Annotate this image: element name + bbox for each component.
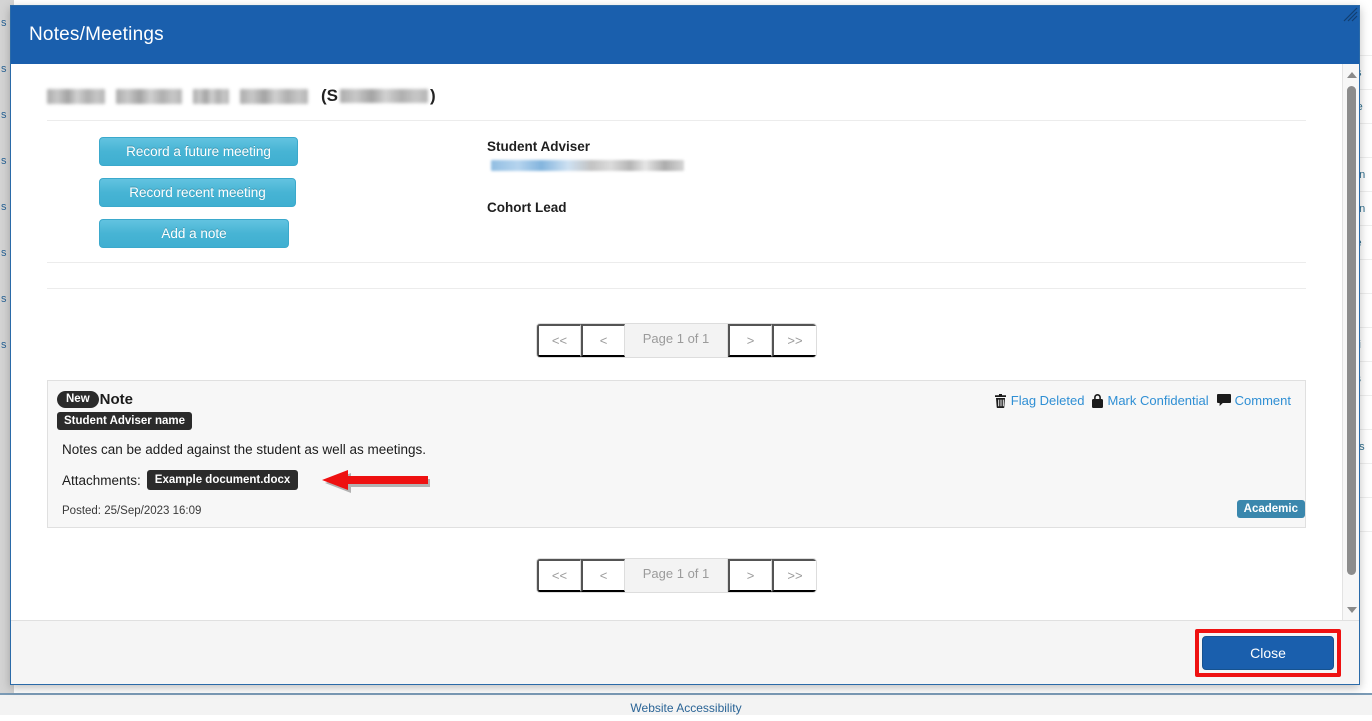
- pager-next-button[interactable]: >: [728, 324, 772, 357]
- scrollbar-down-arrow-icon[interactable]: [1343, 601, 1359, 618]
- flag-deleted-link[interactable]: Flag Deleted: [1011, 393, 1085, 408]
- bg-left-frag: s: [1, 247, 7, 259]
- adviser-column: Student Adviser Cohort Lead: [487, 137, 1306, 248]
- pager-bottom-page-label: Page 1 of 1: [625, 559, 728, 592]
- note-card: New Note Student Adviser name Flag Delet…: [47, 380, 1306, 528]
- student-id-open-paren: (S: [321, 86, 338, 106]
- note-card-header: New Note Student Adviser name Flag Delet…: [57, 391, 1291, 430]
- redacted-student-surname: [240, 89, 308, 104]
- student-adviser-value[interactable]: [487, 154, 1306, 176]
- mark-confidential-link[interactable]: Mark Confidential: [1107, 393, 1208, 408]
- note-attachments-row: Attachments: Example document.docx: [57, 457, 1291, 493]
- red-arrow-annotation-icon: [320, 467, 430, 493]
- pager-first-button[interactable]: <<: [537, 324, 581, 357]
- pager-bottom-first-button[interactable]: <<: [537, 559, 581, 592]
- bg-left-frag: s: [1, 17, 7, 29]
- student-adviser-label: Student Adviser: [487, 139, 1306, 154]
- pager-prev-button[interactable]: <: [581, 324, 625, 357]
- trash-icon: [994, 394, 1007, 408]
- pager-bottom-last-button[interactable]: >>: [772, 559, 816, 592]
- attachments-label: Attachments:: [62, 473, 141, 488]
- redacted-adviser-name-link[interactable]: [491, 160, 684, 171]
- pagination-top: << < Page 1 of 1 > >>: [536, 323, 817, 358]
- background-left-text-fragments: s s s s s s s s: [0, 0, 10, 715]
- modal-body: (S ) Record a future meeting Record rece…: [11, 64, 1342, 620]
- note-posted-timestamp: Posted: 25/Sep/2023 16:09: [57, 493, 1291, 517]
- note-body-text: Notes can be added against the student a…: [57, 430, 1291, 457]
- bg-left-frag: s: [1, 201, 7, 213]
- redacted-student-forename: [47, 89, 105, 104]
- redacted-student-name-part: [193, 89, 229, 104]
- pagination-bottom-wrapper: << < Page 1 of 1 > >>: [47, 558, 1306, 593]
- attachment-file-badge[interactable]: Example document.docx: [147, 470, 298, 490]
- note-title-row: New Note: [57, 391, 192, 408]
- background-footer: Website Accessibility: [0, 693, 1372, 715]
- notes-meetings-modal: Notes/Meetings (S: [10, 5, 1360, 685]
- add-a-note-button[interactable]: Add a note: [99, 219, 289, 248]
- note-author-badge: Student Adviser name: [57, 412, 192, 430]
- modal-title: Notes/Meetings: [29, 24, 164, 46]
- redacted-student-middlename: [116, 89, 182, 104]
- note-header-left: New Note Student Adviser name: [57, 391, 192, 430]
- modal-body-wrapper: (S ) Record a future meeting Record rece…: [11, 64, 1359, 620]
- cohort-lead-label: Cohort Lead: [487, 176, 1306, 215]
- redacted-student-id: [340, 89, 428, 103]
- bg-left-frag: s: [1, 293, 7, 305]
- record-future-meeting-button[interactable]: Record a future meeting: [99, 137, 298, 166]
- cohort-lead-value: [487, 215, 1306, 219]
- record-recent-meeting-button[interactable]: Record recent meeting: [99, 178, 296, 207]
- scrollbar-thumb[interactable]: [1347, 86, 1356, 575]
- modal-scrollbar[interactable]: [1342, 64, 1359, 620]
- note-type-label: Note: [100, 391, 133, 408]
- note-category-badge: Academic: [1237, 500, 1305, 518]
- modal-header: Notes/Meetings: [11, 6, 1359, 64]
- note-actions: Flag Deleted Mark Confidential: [994, 391, 1291, 408]
- resize-grip-icon[interactable]: [1343, 7, 1358, 22]
- lock-icon: [1092, 394, 1103, 408]
- bg-left-frag: s: [1, 109, 7, 121]
- bg-left-frag: s: [1, 339, 7, 351]
- pagination-top-wrapper: << < Page 1 of 1 > >>: [47, 323, 1306, 358]
- pager-last-button[interactable]: >>: [772, 324, 816, 357]
- comment-icon: [1217, 394, 1231, 407]
- close-button[interactable]: Close: [1202, 636, 1334, 670]
- pagination-bottom: << < Page 1 of 1 > >>: [536, 558, 817, 593]
- comment-link[interactable]: Comment: [1235, 393, 1291, 408]
- actions-and-adviser-row: Record a future meeting Record recent me…: [47, 121, 1306, 262]
- scrollbar-up-arrow-icon[interactable]: [1343, 66, 1359, 83]
- website-accessibility-link[interactable]: Website Accessibility: [630, 701, 741, 715]
- pager-page-label: Page 1 of 1: [625, 324, 728, 357]
- action-buttons-column: Record a future meeting Record recent me…: [47, 137, 487, 248]
- pager-bottom-prev-button[interactable]: <: [581, 559, 625, 592]
- modal-footer: Close: [11, 620, 1359, 684]
- student-name-heading: (S ): [47, 82, 1306, 121]
- pager-bottom-next-button[interactable]: >: [728, 559, 772, 592]
- bg-left-frag: s: [1, 155, 7, 167]
- new-badge: New: [57, 391, 99, 408]
- close-button-highlight: Close: [1195, 629, 1341, 677]
- bg-left-frag: s: [1, 63, 7, 75]
- student-id-close-paren: ): [430, 86, 436, 106]
